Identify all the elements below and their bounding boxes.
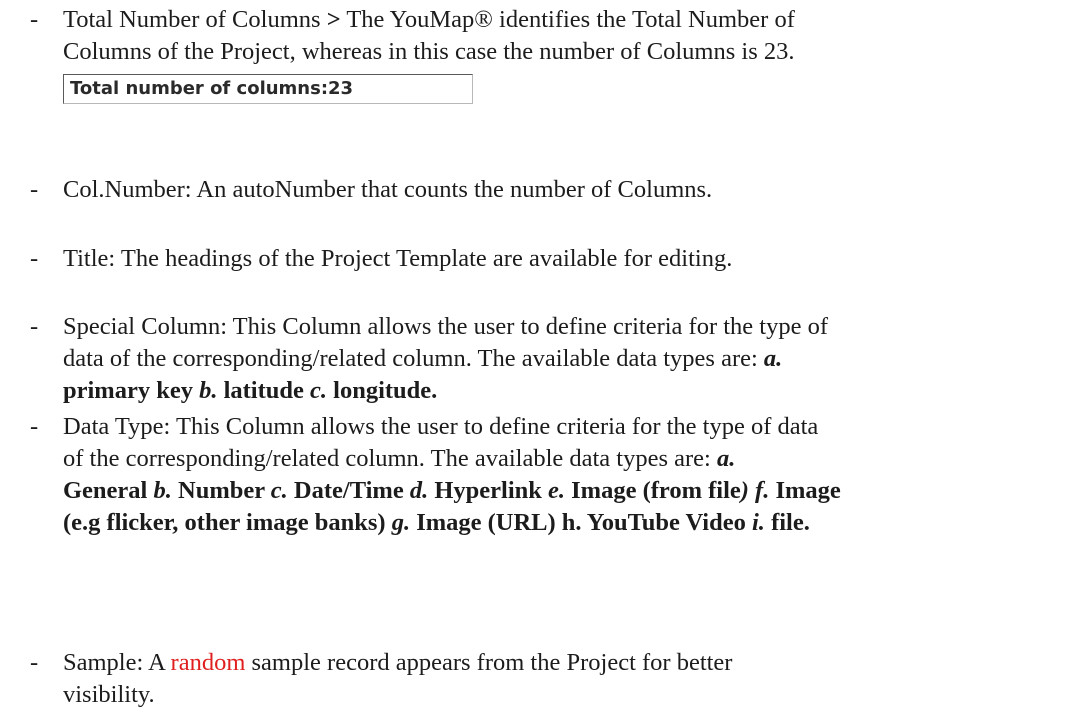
option-letter: i. [752, 509, 765, 536]
data-type-options-line: (e.g flicker, other image banks) g. Imag… [63, 507, 1053, 539]
option-letter: d. [409, 477, 429, 504]
option-label: Image [769, 477, 841, 504]
total-columns-field: Total number of columns:23 [63, 74, 473, 104]
highlighted-word: random [170, 649, 246, 676]
item-text: Special Column: This Column allows the u… [63, 313, 829, 340]
arrow-symbol: > [326, 6, 341, 33]
item-text: visibility. [63, 681, 155, 708]
option-label: longitude. [327, 377, 438, 404]
item-text: Sample: A [63, 649, 171, 676]
item-text: Data Type: This Column allows the user t… [63, 413, 819, 440]
bullet-dash: - [30, 6, 39, 33]
item-text: The YouMap® identifies the Total Number … [340, 6, 795, 33]
option-letter: a. [717, 445, 736, 472]
item-text: data of the corresponding/related column… [63, 345, 764, 372]
option-letter: g. [391, 509, 411, 536]
option-letter: f. [755, 477, 770, 504]
option-letter: a. [763, 345, 783, 372]
option-letter: c. [310, 377, 328, 404]
item-text: Total Number of Columns [63, 6, 327, 33]
option-letter: b. [199, 377, 218, 404]
bullet-dash: - [30, 245, 39, 272]
option-letter: ) [740, 477, 749, 504]
item-text: Col.Number: An autoNumber that counts th… [63, 176, 713, 203]
option-label: latitude [217, 377, 311, 404]
option-label: General [63, 477, 154, 504]
item-text: sample record appears from the Project f… [245, 649, 733, 676]
bullet-dash: - [30, 313, 39, 340]
data-type-options-line: General b. Number c. Date/Time d. Hyperl… [63, 475, 1053, 507]
option-letter: e. [548, 477, 565, 504]
item-text: Title: The headings of the Project Templ… [63, 245, 733, 272]
option-label: Date/Time [287, 477, 410, 504]
option-letter: b. [153, 477, 172, 504]
option-label: Hyperlink [428, 477, 548, 504]
bullet-dash: - [30, 649, 39, 676]
option-label: primary key [63, 377, 200, 404]
total-columns-label: Total number of columns: [70, 78, 329, 99]
option-label: (e.g flicker, other image banks) [63, 509, 392, 536]
total-columns-value: 23 [328, 78, 354, 99]
item-text: of the corresponding/related column. The… [63, 445, 717, 472]
option-label: Number [171, 477, 271, 504]
option-letter: c. [270, 477, 288, 504]
option-label: Image (from file [565, 477, 741, 504]
item-text: Columns of the Project, whereas in this … [63, 38, 795, 65]
option-label: Image (URL) h. YouTube Video [410, 509, 752, 536]
bullet-dash: - [30, 413, 39, 440]
option-label: file. [764, 509, 810, 536]
bullet-dash: - [30, 176, 39, 203]
